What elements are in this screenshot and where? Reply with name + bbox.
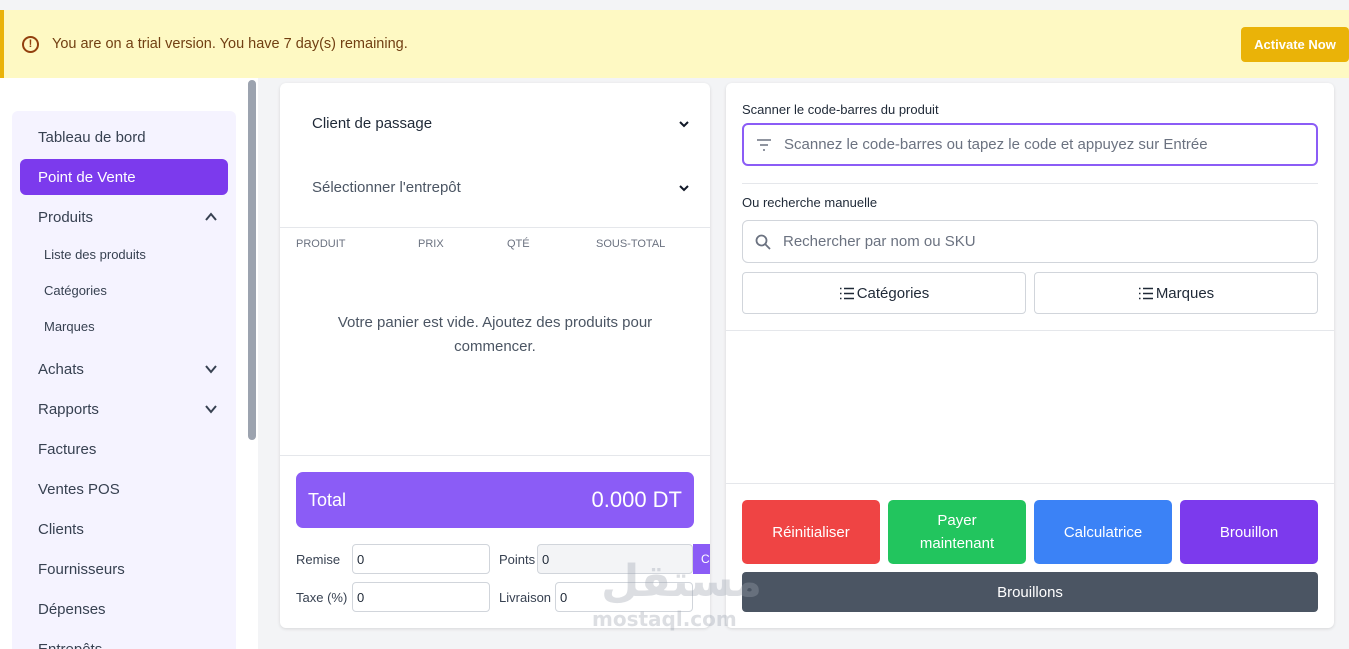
search-placeholder: Rechercher par nom ou SKU <box>783 233 976 250</box>
divider <box>280 455 710 456</box>
total-label: Total <box>308 489 347 510</box>
column-subtotal: SOUS-TOTAL <box>596 237 666 250</box>
tax-input[interactable] <box>352 582 490 612</box>
sidebar-item-label: Point de Vente <box>38 168 136 186</box>
sidebar-item-label: Dépenses <box>38 600 106 618</box>
divider <box>726 330 1334 331</box>
brands-label: Marques <box>1155 284 1215 302</box>
sidebar-subitem-categories[interactable]: Catégories <box>44 283 107 298</box>
warehouse-select[interactable]: Sélectionner l'entrepôt <box>312 179 461 196</box>
draft-button[interactable]: Brouillon <box>1180 500 1318 564</box>
pay-now-button[interactable]: Payer maintenant <box>888 500 1026 564</box>
cart-table-header: PRODUIT PRIX QTÉ SOUS-TOTAL <box>280 227 710 259</box>
discount-input[interactable] <box>352 544 490 574</box>
sidebar-item-reports[interactable]: Rapports <box>20 391 228 427</box>
filter-lines-icon <box>757 138 771 151</box>
activate-now-button[interactable]: Activate Now <box>1241 27 1349 62</box>
search-icon <box>755 234 771 250</box>
discount-label: Remise <box>296 552 341 567</box>
sidebar-item-pos-sales[interactable]: Ventes POS <box>20 471 228 507</box>
points-input[interactable] <box>537 544 693 574</box>
tax-label: Taxe (%) <box>296 590 348 605</box>
reset-button[interactable]: Réinitialiser <box>742 500 880 564</box>
sidebar-item-pos[interactable]: Point de Vente <box>20 159 228 195</box>
sidebar-item-purchases[interactable]: Achats <box>20 351 228 387</box>
cart-panel: Client de passage Sélectionner l'entrepô… <box>280 83 710 628</box>
divider <box>742 183 1318 184</box>
convert-points-button[interactable]: Conv <box>693 544 710 574</box>
trial-message: You are on a trial version. You have 7 d… <box>52 36 408 52</box>
alert-circle-icon: ! <box>22 35 39 53</box>
search-input[interactable]: Rechercher par nom ou SKU <box>742 220 1318 263</box>
chevron-down-icon <box>205 405 217 414</box>
sidebar-item-label: Ventes POS <box>38 480 120 498</box>
drafts-button[interactable]: Brouillons <box>742 572 1318 612</box>
barcode-input[interactable]: Scannez le code-barres ou tapez le code … <box>742 123 1318 166</box>
brands-button[interactable]: Marques <box>1034 272 1318 314</box>
product-panel: Scanner le code-barres du produit Scanne… <box>726 83 1334 628</box>
sidebar-scrollbar[interactable] <box>248 80 256 440</box>
trial-banner: ! You are on a trial version. You have 7… <box>0 10 1349 78</box>
sidebar-item-dashboard[interactable]: Tableau de bord <box>20 119 228 155</box>
sidebar-subitem-product-list[interactable]: Liste des produits <box>44 247 146 262</box>
delivery-label: Livraison <box>499 590 552 605</box>
sidebar-item-customers[interactable]: Clients <box>20 511 228 547</box>
sidebar: Tableau de bord Point de Vente Produits … <box>12 111 236 649</box>
total-value: 0.000 DT <box>591 487 683 512</box>
total-box: Total 0.000 DT <box>296 472 694 528</box>
chevron-up-icon <box>205 212 217 221</box>
chevron-down-icon[interactable] <box>678 118 690 130</box>
sidebar-item-products[interactable]: Produits <box>20 199 228 235</box>
sidebar-item-label: Factures <box>38 440 97 458</box>
sidebar-area: Tableau de bord Point de Vente Produits … <box>0 78 258 649</box>
divider <box>726 483 1334 484</box>
delivery-input[interactable] <box>555 582 693 612</box>
customer-select[interactable]: Client de passage <box>312 115 432 132</box>
column-product: PRODUIT <box>296 237 346 250</box>
categories-button[interactable]: Catégories <box>742 272 1026 314</box>
list-icon <box>1138 287 1153 299</box>
column-price: PRIX <box>418 237 444 250</box>
sidebar-item-label: Entrepôts <box>38 640 103 649</box>
calculator-button[interactable]: Calculatrice <box>1034 500 1172 564</box>
sidebar-item-suppliers[interactable]: Fournisseurs <box>20 551 228 587</box>
sidebar-item-warehouses[interactable]: Entrepôts <box>20 631 228 649</box>
sidebar-subitem-brands[interactable]: Marques <box>44 319 95 334</box>
barcode-placeholder: Scannez le code-barres ou tapez le code … <box>784 136 1208 153</box>
sidebar-item-label: Fournisseurs <box>38 560 125 578</box>
sidebar-item-label: Tableau de bord <box>38 128 146 146</box>
scan-label: Scanner le code-barres du produit <box>742 102 939 117</box>
chevron-down-icon[interactable] <box>678 182 690 194</box>
sidebar-item-label: Clients <box>38 520 84 538</box>
list-icon <box>839 287 854 299</box>
sidebar-item-expenses[interactable]: Dépenses <box>20 591 228 627</box>
empty-cart-message: Votre panier est vide. Ajoutez des produ… <box>337 314 653 355</box>
manual-search-label: Ou recherche manuelle <box>742 195 878 210</box>
categories-label: Catégories <box>856 284 930 302</box>
sidebar-item-invoices[interactable]: Factures <box>20 431 228 467</box>
sidebar-item-label: Rapports <box>38 400 99 418</box>
points-label: Points <box>499 552 536 567</box>
column-qty: QTÉ <box>507 237 530 250</box>
sidebar-item-label: Achats <box>38 360 84 378</box>
sidebar-item-label: Produits <box>38 208 94 226</box>
chevron-down-icon <box>205 365 217 374</box>
